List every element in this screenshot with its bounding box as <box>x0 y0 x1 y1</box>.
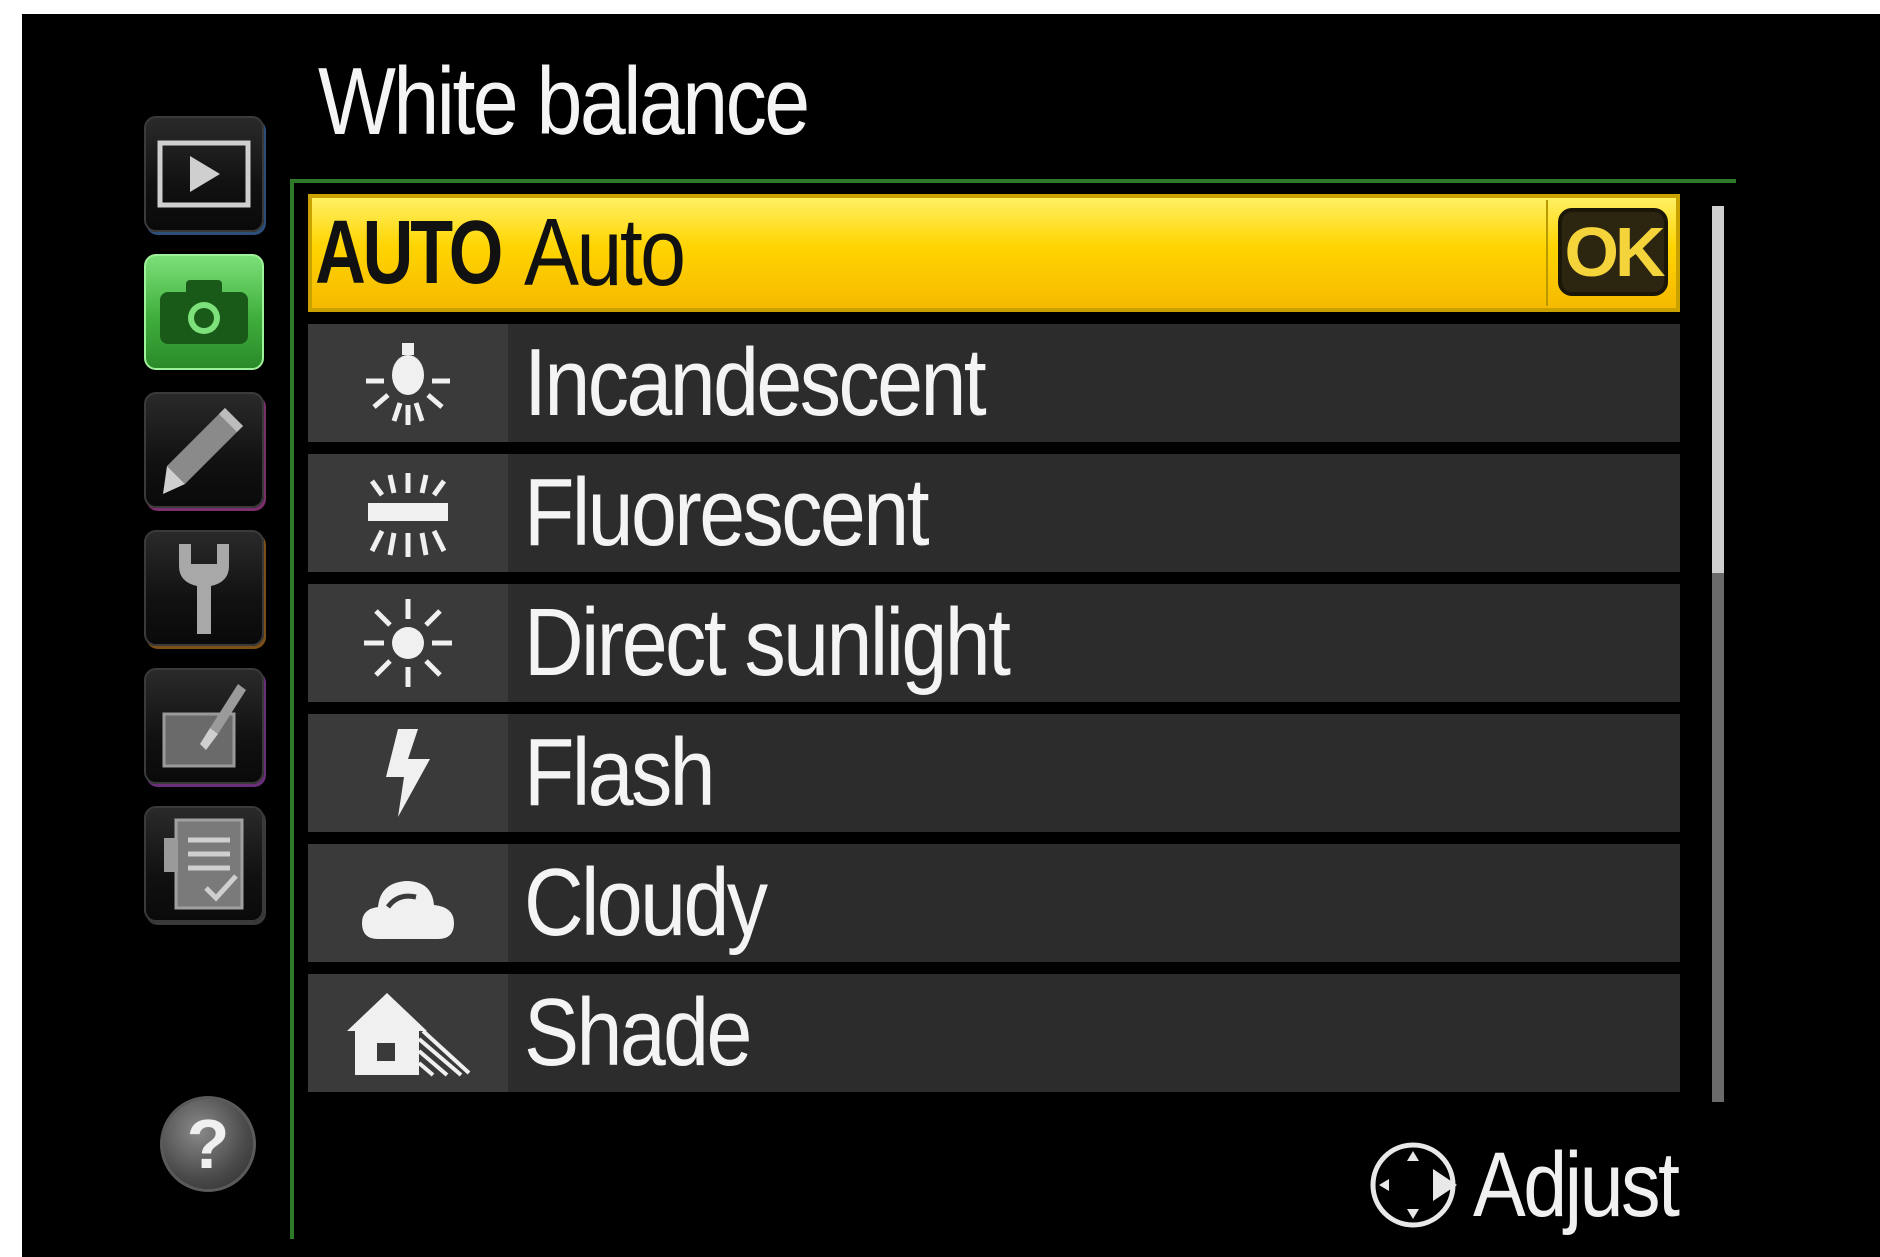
option-direct-sunlight[interactable]: Direct sunlight <box>308 584 1680 702</box>
help-button[interactable]: ? <box>160 1096 256 1192</box>
flash-icon <box>386 729 430 817</box>
page-title: White balance <box>318 48 810 155</box>
sun-icon <box>364 599 452 687</box>
option-label: Fluorescent <box>524 459 930 566</box>
cloud-icon <box>362 881 454 939</box>
help-icon: ? <box>186 1105 230 1183</box>
option-label: Direct sunlight <box>524 589 1011 696</box>
playback-menu-tab[interactable] <box>144 116 264 232</box>
camera-icon <box>160 280 248 344</box>
option-label: Shade <box>524 979 752 1086</box>
scrollbar[interactable] <box>1712 206 1724 1102</box>
auto-icon: AUTO <box>315 202 503 303</box>
recent-settings-tab[interactable] <box>144 806 264 922</box>
shade-house-icon <box>347 993 471 1077</box>
retouch-brush-icon <box>162 684 246 768</box>
wrench-icon <box>179 544 229 634</box>
retouch-menu-tab[interactable] <box>144 668 264 784</box>
divider <box>1546 200 1548 306</box>
pencil-icon <box>163 408 243 494</box>
shooting-menu-tab[interactable] <box>144 254 264 370</box>
option-fluorescent[interactable]: Fluorescent <box>308 454 1680 572</box>
adjust-label: Adjust <box>1473 1134 1680 1236</box>
option-label: Cloudy <box>524 849 768 956</box>
option-label: Auto <box>524 199 686 306</box>
multi-selector-right-icon <box>1370 1142 1457 1228</box>
fluorescent-icon <box>368 473 448 557</box>
ok-button[interactable]: OK <box>1558 208 1668 296</box>
play-icon <box>157 140 251 208</box>
clipboard-check-icon <box>164 818 244 910</box>
camera-menu-screen: White balance ? AUTO Auto OK Incandescen… <box>22 14 1880 1257</box>
option-auto[interactable]: AUTO Auto OK <box>308 194 1680 312</box>
custom-settings-tab[interactable] <box>144 392 264 508</box>
option-shade[interactable]: Shade <box>308 974 1680 1092</box>
adjust-hint: Adjust <box>1367 1139 1711 1231</box>
option-label: Flash <box>524 719 716 826</box>
option-incandescent[interactable]: Incandescent <box>308 324 1680 442</box>
option-flash[interactable]: Flash <box>308 714 1680 832</box>
option-label: Incandescent <box>524 329 987 436</box>
ok-label: OK <box>1564 213 1666 291</box>
scrollbar-thumb[interactable] <box>1712 206 1724 574</box>
option-cloudy[interactable]: Cloudy <box>308 844 1680 962</box>
incandescent-bulb-icon <box>366 343 450 425</box>
setup-menu-tab[interactable] <box>144 530 264 646</box>
